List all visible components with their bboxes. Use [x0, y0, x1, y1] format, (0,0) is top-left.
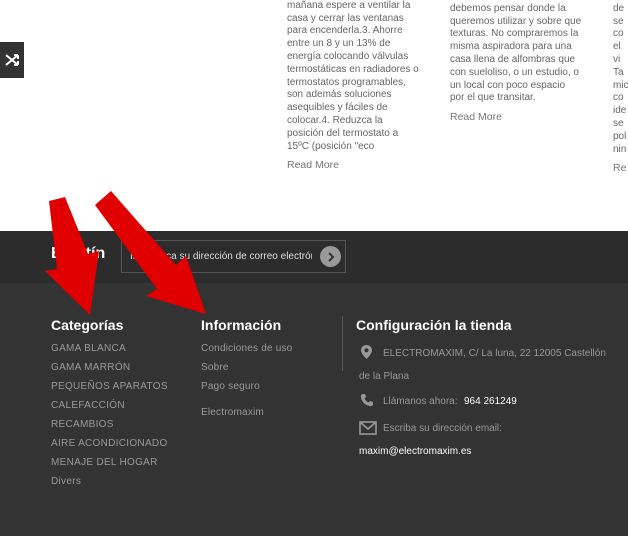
category-link[interactable]: Divers [51, 472, 168, 491]
category-link[interactable]: PEQUEÑOS APARATOS [51, 377, 168, 396]
store-address: ELECTROMAXIM, C/ La luna, 22 12005 Caste… [359, 345, 628, 385]
post-excerpt-text: sin ella, etc.Antes de todo debemos pens… [450, 0, 582, 104]
category-link[interactable]: AIRE ACONDICIONADO [51, 434, 168, 453]
newsletter-bar: Boletín [0, 231, 628, 283]
map-marker-icon [361, 345, 372, 359]
categories-list: GAMA BLANCA GAMA MARRÓN PEQUEÑOS APARATO… [51, 339, 168, 491]
info-link[interactable]: Sobre [201, 358, 292, 377]
newsletter-form [121, 240, 346, 273]
column-divider [342, 316, 343, 371]
footer: Categorías GAMA BLANCA GAMA MARRÓN PEQUE… [0, 283, 628, 536]
newsletter-submit-button[interactable] [320, 246, 341, 267]
store-phone: Llámanos ahora: 964 261249 [359, 393, 628, 409]
category-link[interactable]: CALEFACCIÓN [51, 396, 168, 415]
info-link[interactable]: Condiciones de uso [201, 339, 292, 358]
info-link[interactable]: Pago seguro [201, 377, 292, 396]
information-list: Condiciones de uso Sobre Pago seguro Ele… [201, 339, 292, 422]
post-excerpt-text: mientras duerme y por la mañana espere a… [287, 0, 419, 152]
phone-number[interactable]: 964 261249 [464, 396, 517, 407]
category-link[interactable]: MENAJE DEL HOGAR [51, 453, 168, 472]
phone-label: Llámanos ahora: [383, 396, 458, 407]
category-link[interactable]: RECAMBIOS [51, 415, 168, 434]
categories-heading: Categorías [51, 317, 124, 333]
blog-excerpts: mientras duerme y por la mañana espere a… [0, 0, 628, 231]
read-more-link[interactable]: Re [613, 162, 628, 175]
email-address[interactable]: maxim@electromaxim.es [359, 446, 471, 457]
info-link[interactable]: Electromaxim [201, 403, 292, 422]
settings-toggle-button[interactable] [0, 42, 24, 78]
shuffle-icon [5, 54, 19, 66]
phone-icon [361, 394, 373, 406]
blog-post-excerpt: sin ella, etc.Antes de todo debemos pens… [450, 0, 590, 124]
store-address-line1: ELECTROMAXIM, C/ La luna, 22 12005 Caste… [383, 348, 606, 359]
store-heading: Configuración la tienda [356, 317, 512, 333]
information-heading: Información [201, 317, 282, 333]
blog-post-excerpt: as de se co el vi Ta mic co ide se pol n… [613, 0, 628, 175]
newsletter-title: Boletín [51, 245, 106, 262]
email-label: Escriba su dirección email: [383, 423, 502, 434]
store-address-line2: de la Plana [359, 371, 410, 382]
category-link[interactable]: GAMA BLANCA [51, 339, 168, 358]
post-excerpt-text: as de se co el vi Ta mic co ide se pol n… [613, 0, 628, 155]
blog-post-excerpt: mientras duerme y por la mañana espere a… [287, 0, 429, 172]
store-email: Escriba su dirección email: maxim@electr… [359, 420, 628, 460]
category-link[interactable]: GAMA MARRÓN [51, 358, 168, 377]
read-more-link[interactable]: Read More [287, 159, 429, 172]
envelope-icon [359, 421, 377, 435]
chevron-right-icon [327, 251, 334, 262]
read-more-link[interactable]: Read More [450, 111, 590, 124]
newsletter-email-input[interactable] [130, 241, 312, 272]
